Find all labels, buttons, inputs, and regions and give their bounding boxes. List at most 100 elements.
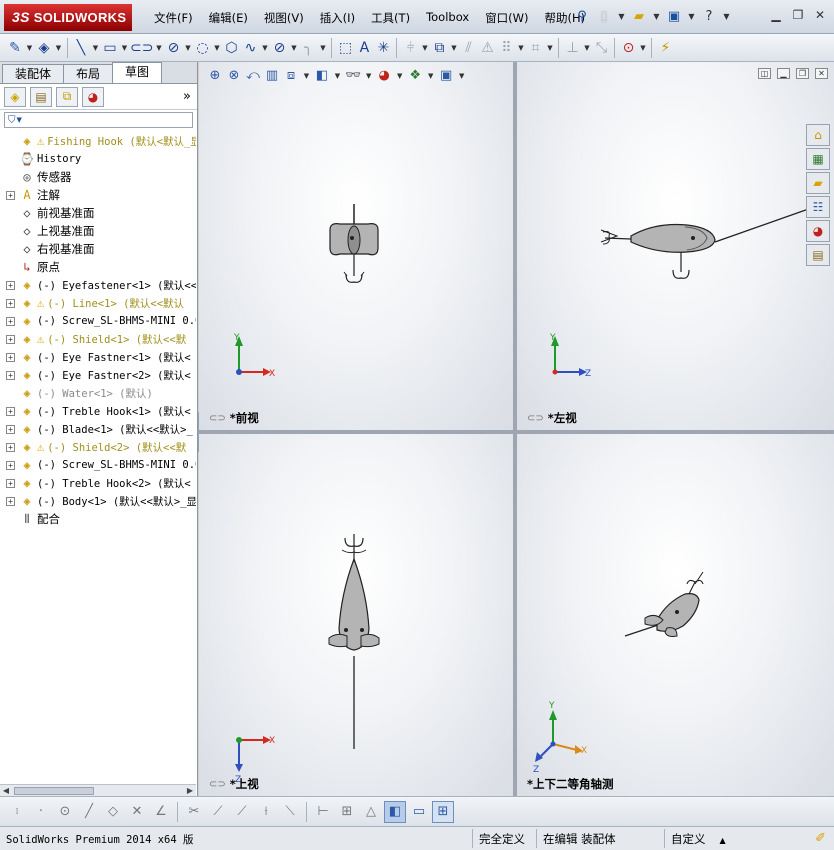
help-dropdown-icon[interactable]: ▼ <box>721 6 732 26</box>
custom-properties-icon[interactable]: ▤ <box>806 244 830 266</box>
rapid-sketch-icon[interactable]: ⚡ <box>656 37 674 59</box>
ellipse-dropdown-icon[interactable]: ▼ <box>289 37 298 59</box>
viewport-isometric[interactable]: Y X Z *上下二等角轴测 <box>517 434 834 796</box>
scroll-thumb[interactable] <box>14 787 94 795</box>
expand-icon[interactable]: + <box>6 334 15 344</box>
tree-item[interactable]: ↳ 原点 <box>0 258 196 276</box>
grip-handle-icon[interactable]: ⁞ <box>6 801 28 823</box>
tree-item[interactable]: + ◈ (-) Screw_SL-BHMS-MINI 0.0 <box>0 312 196 330</box>
arc-icon[interactable]: ◌ <box>193 37 211 59</box>
design-library-icon[interactable]: ▦ <box>806 148 830 170</box>
link-views-icon[interactable]: ⊂⊃ <box>209 413 226 424</box>
fillet-icon[interactable]: ╮ <box>299 37 317 59</box>
expand-icon[interactable]: + <box>6 190 15 200</box>
tree-item[interactable]: + ◈ (-) Eyefastener<1> (默认<< <box>0 276 196 294</box>
close-icon[interactable]: ✕ <box>812 8 828 22</box>
menu-window[interactable]: 窗口(W) <box>477 7 536 29</box>
tree-item[interactable]: + ◈ ⚠ (-) Shield<1> (默认<<默 <box>0 330 196 348</box>
centerline-icon[interactable]: ╱ <box>78 801 100 823</box>
minimize-icon[interactable]: ▁ <box>768 8 784 22</box>
snaps-dropdown-icon[interactable]: ▼ <box>638 37 647 59</box>
display-relations-icon[interactable]: ⊥ <box>563 37 581 59</box>
viewport-top[interactable]: X Z ⊂⊃ *上视 <box>199 434 513 796</box>
menu-toolbox[interactable]: Toolbox <box>418 7 477 29</box>
tree-item[interactable]: + ◈ (-) Eye Fastner<2> (默认< <box>0 366 196 384</box>
menu-view[interactable]: 视图(V) <box>256 7 312 29</box>
appearances-scenes-icon[interactable]: ◕ <box>806 220 830 242</box>
plane-icon[interactable]: ⬚ <box>336 37 354 59</box>
text-icon[interactable]: A <box>355 37 373 59</box>
expand-icon[interactable]: + <box>6 316 15 326</box>
point-icon[interactable]: ✳ <box>374 37 392 59</box>
link-views-icon[interactable]: ⊂⊃ <box>527 413 544 424</box>
convert-dropdown-icon[interactable]: ▼ <box>449 37 458 59</box>
save-dropdown-icon[interactable]: ▼ <box>686 6 697 26</box>
expand-icon[interactable]: + <box>6 406 15 416</box>
centerpoint-circle-icon[interactable]: ⊙ <box>54 801 76 823</box>
file-explorer-icon[interactable]: ▰ <box>806 172 830 194</box>
trim-entities-icon[interactable]: ✂ <box>183 801 205 823</box>
polygon-icon[interactable]: ⬡ <box>222 37 240 59</box>
rectangle-dropdown-icon[interactable]: ▼ <box>120 37 129 59</box>
configuration-manager-icon[interactable]: ⧉ <box>56 86 78 107</box>
circle-icon[interactable]: ⊘ <box>164 37 182 59</box>
viewport-label-iso[interactable]: *上下二等角轴测 <box>527 776 614 792</box>
fillet-dropdown-icon[interactable]: ▼ <box>318 37 327 59</box>
menu-edit[interactable]: 编辑(E) <box>201 7 256 29</box>
pattern-dropdown-icon[interactable]: ▼ <box>516 37 525 59</box>
more-managers-icon[interactable]: » <box>183 89 191 104</box>
line-icon[interactable]: ╲ <box>72 37 90 59</box>
dimension-dropdown-icon[interactable]: ▼ <box>54 37 63 59</box>
rectangle-icon[interactable]: ▭ <box>101 37 119 59</box>
tree-filter-input[interactable]: ⛉ ▼ <box>4 112 193 128</box>
new-dropdown-icon[interactable]: ▼ <box>616 6 627 26</box>
relations-dropdown-icon[interactable]: ▼ <box>582 37 591 59</box>
link-views-icon[interactable]: ⊂⊃ <box>209 779 226 790</box>
expand-icon[interactable]: + <box>6 370 15 380</box>
fillet-sketch-icon[interactable]: ⟊ <box>255 801 277 823</box>
feature-manager-icon[interactable]: ◈ <box>4 86 26 107</box>
angle-icon[interactable]: ∠ <box>150 801 172 823</box>
triangle-icon[interactable]: △ <box>360 801 382 823</box>
convert-entities-icon[interactable]: ⧉ <box>430 37 448 59</box>
tree-item[interactable]: + ◈ (-) Body<1> (默认<<默认>_显 <box>0 492 196 510</box>
viewport-label-front[interactable]: ⊂⊃ *前视 <box>209 410 259 426</box>
tree-item[interactable]: + A 注解 <box>0 186 196 204</box>
unit-system-caret-icon[interactable]: ▲ <box>720 836 726 845</box>
trim-icon[interactable]: ⫩ <box>401 37 419 59</box>
menu-tools[interactable]: 工具(T) <box>363 7 418 29</box>
quick-tips-icon[interactable]: ✐ <box>815 831 826 846</box>
slot-dropdown-icon[interactable]: ▼ <box>154 37 163 59</box>
property-manager-icon[interactable]: ▤ <box>30 86 52 107</box>
mirror-icon[interactable]: ⚠ <box>478 37 496 59</box>
open-folder-icon[interactable]: ▰ <box>629 6 649 26</box>
trim-dropdown-icon[interactable]: ▼ <box>420 37 429 59</box>
expand-icon[interactable]: + <box>6 478 15 488</box>
spline-dropdown-icon[interactable]: ▼ <box>260 37 269 59</box>
expand-icon[interactable]: + <box>6 460 15 470</box>
viewport-label-left[interactable]: ⊂⊃ *左视 <box>527 410 577 426</box>
single-view-icon[interactable]: ▭ <box>408 801 430 823</box>
expand-icon[interactable]: + <box>6 496 15 506</box>
help-icon[interactable]: ? <box>699 6 719 26</box>
extend-icon[interactable]: ⟋ <box>207 801 229 823</box>
3d-sketch-icon[interactable]: ◧ <box>384 800 406 823</box>
tree-item[interactable]: ◇ 上视基准面 <box>0 222 196 240</box>
tree-item[interactable]: + ◈ ⚠ (-) Line<1> (默认<<默认 <box>0 294 196 312</box>
tree-horizontal-scrollbar[interactable]: ◀ ▶ <box>0 784 196 796</box>
slot-icon[interactable]: ⊂⊃ <box>130 37 153 59</box>
cross-icon[interactable]: ✕ <box>126 801 148 823</box>
tree-item[interactable]: ◇ 右视基准面 <box>0 240 196 258</box>
dimension-icon[interactable]: ⊢ <box>312 801 334 823</box>
solidworks-resources-icon[interactable]: ⌂ <box>806 124 830 146</box>
tree-item[interactable]: + ◈ (-) Blade<1> (默认<<默认>_ <box>0 420 196 438</box>
arc-dropdown-icon[interactable]: ▼ <box>212 37 221 59</box>
pushpin-icon[interactable]: ⚲ <box>572 6 592 26</box>
sketch-dropdown-icon[interactable]: ▼ <box>25 37 34 59</box>
viewport-label-top[interactable]: ⊂⊃ *上视 <box>209 776 259 792</box>
expand-icon[interactable]: + <box>6 298 15 308</box>
tab-sketch[interactable]: 草图 <box>112 62 163 83</box>
sketch-icon[interactable]: ✎ <box>6 37 24 59</box>
linear-pattern-icon[interactable]: ⠿ <box>497 37 515 59</box>
four-view-icon[interactable]: ⊞ <box>432 800 454 823</box>
